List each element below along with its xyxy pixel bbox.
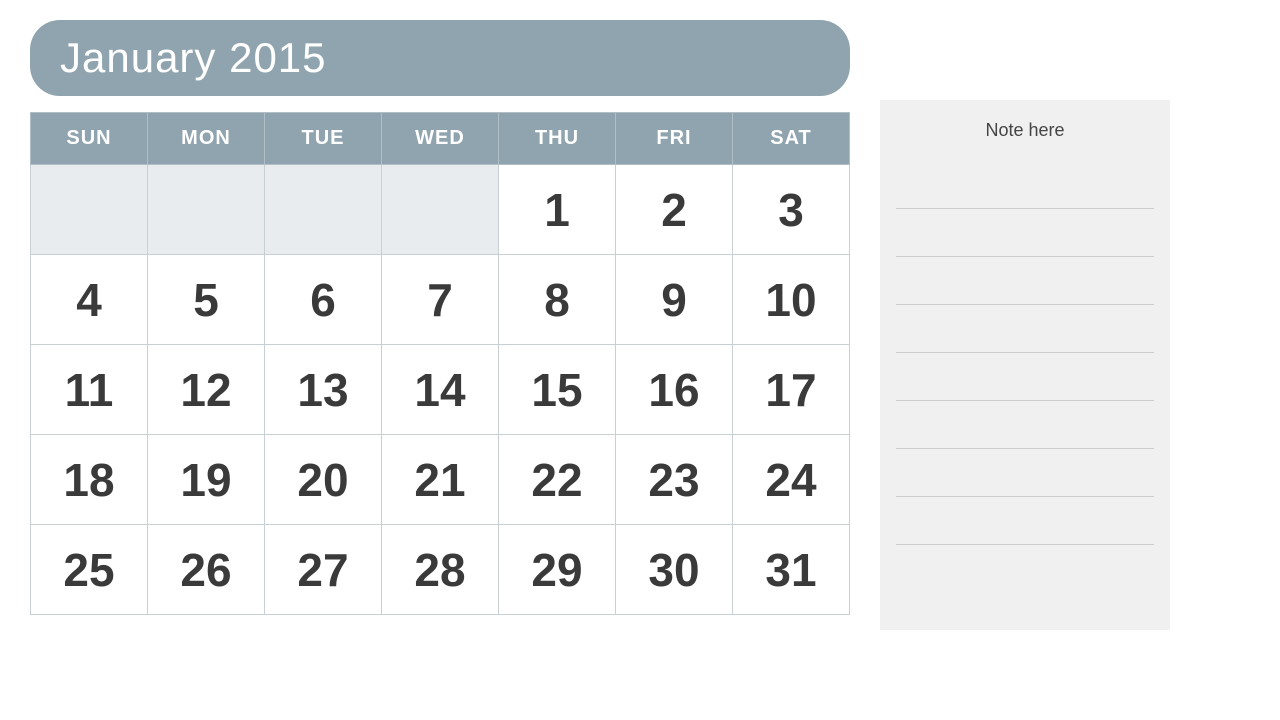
calendar-grid: SUNMONTUEWEDTHUFRISAT 123456789101112131… [30,112,850,615]
note-line [896,209,1154,257]
calendar-cell[interactable]: 29 [499,525,616,615]
calendar-cell[interactable]: 30 [616,525,733,615]
calendar-cell[interactable] [382,165,499,255]
note-line [896,353,1154,401]
calendar-cell[interactable]: 20 [265,435,382,525]
note-line [896,449,1154,497]
calendar-cell[interactable]: 10 [733,255,850,345]
calendar-cell[interactable]: 5 [148,255,265,345]
calendar-cell[interactable]: 1 [499,165,616,255]
calendar-cell[interactable]: 15 [499,345,616,435]
day-header-thu: THU [499,113,616,165]
calendar-cell[interactable]: 31 [733,525,850,615]
calendar-cell[interactable]: 22 [499,435,616,525]
main-container: January 2015 SUNMONTUEWEDTHUFRISAT 12345… [30,20,1250,630]
note-line [896,257,1154,305]
day-header-sat: SAT [733,113,850,165]
calendar-cell[interactable]: 26 [148,525,265,615]
week-row-3: 11121314151617 [31,345,850,435]
calendar-cell[interactable]: 9 [616,255,733,345]
note-line [896,497,1154,545]
note-line [896,401,1154,449]
day-header-wed: WED [382,113,499,165]
calendar-cell[interactable]: 17 [733,345,850,435]
month-label: January 2015 [30,20,850,96]
calendar-cell[interactable]: 23 [616,435,733,525]
calendar-cell[interactable] [31,165,148,255]
calendar-cell[interactable]: 27 [265,525,382,615]
calendar-cell[interactable]: 16 [616,345,733,435]
week-row-2: 45678910 [31,255,850,345]
calendar-cell[interactable]: 13 [265,345,382,435]
note-lines-container [896,161,1154,545]
calendar-cell[interactable]: 19 [148,435,265,525]
calendar-cell[interactable] [148,165,265,255]
calendar-cell[interactable]: 8 [499,255,616,345]
calendar-cell[interactable]: 25 [31,525,148,615]
note-title: Note here [896,120,1154,141]
week-row-5: 25262728293031 [31,525,850,615]
calendar-cell[interactable]: 6 [265,255,382,345]
calendar-cell[interactable] [265,165,382,255]
calendar-cell[interactable]: 28 [382,525,499,615]
note-line [896,305,1154,353]
calendar-cell[interactable]: 14 [382,345,499,435]
week-row-4: 18192021222324 [31,435,850,525]
day-header-sun: SUN [31,113,148,165]
calendar-cell[interactable]: 2 [616,165,733,255]
note-line [896,161,1154,209]
calendar-cell[interactable]: 11 [31,345,148,435]
day-headers-row: SUNMONTUEWEDTHUFRISAT [31,113,850,165]
calendar-cell[interactable]: 18 [31,435,148,525]
calendar-cell[interactable]: 24 [733,435,850,525]
day-header-tue: TUE [265,113,382,165]
calendar-cell[interactable]: 3 [733,165,850,255]
week-row-1: 123 [31,165,850,255]
calendar-cell[interactable]: 7 [382,255,499,345]
calendar-cell[interactable]: 4 [31,255,148,345]
calendar-cell[interactable]: 12 [148,345,265,435]
calendar-cell[interactable]: 21 [382,435,499,525]
day-header-fri: FRI [616,113,733,165]
calendar-section: January 2015 SUNMONTUEWEDTHUFRISAT 12345… [30,20,850,615]
day-header-mon: MON [148,113,265,165]
note-section: Note here [880,100,1170,630]
